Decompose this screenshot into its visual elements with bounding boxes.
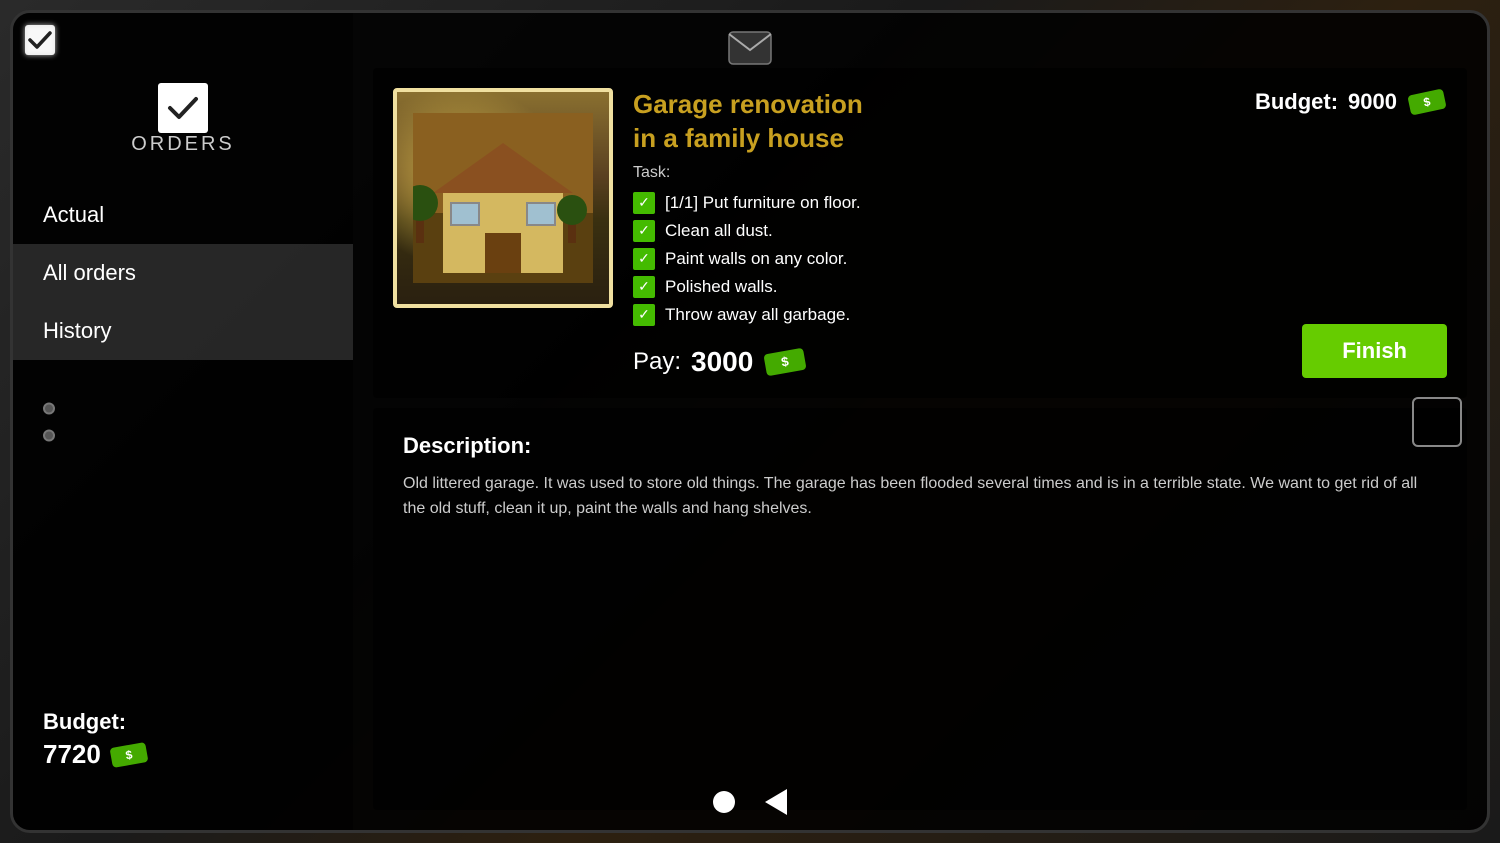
order-budget: Budget: 9000 $ — [1255, 88, 1447, 116]
sidebar-item-history[interactable]: History — [13, 302, 353, 360]
main-content: Budget: 9000 $ — [353, 13, 1487, 830]
sidebar-dots — [43, 402, 55, 441]
pay-label: Pay: — [633, 348, 681, 376]
sidebar-budget: Budget: 7720 $ — [43, 709, 149, 770]
order-image — [393, 88, 613, 308]
task-item-2: ✓ Clean all dust. — [633, 220, 1447, 242]
order-budget-amount: 9000 — [1348, 89, 1397, 115]
task-text-2: Clean all dust. — [665, 221, 773, 241]
description-text: Old littered garage. It was used to stor… — [403, 471, 1437, 522]
task-item-1: ✓ [1/1] Put furniture on floor. — [633, 192, 1447, 214]
sidebar-budget-amount: 7720 — [43, 739, 101, 770]
home-button[interactable] — [713, 791, 735, 813]
orders-label: ORDERS — [131, 133, 235, 156]
sidebar-item-all-orders[interactable]: All orders — [13, 244, 353, 302]
pay-amount: 3000 — [691, 346, 753, 378]
description-title: Description: — [403, 433, 1437, 459]
task-item-4: ✓ Polished walls. — [633, 276, 1447, 298]
description-panel: Description: Old littered garage. It was… — [373, 408, 1467, 810]
sidebar-budget-label: Budget: — [43, 709, 149, 735]
mail-icon[interactable] — [725, 28, 775, 68]
order-panel: Budget: 9000 $ — [373, 68, 1467, 398]
sidebar-dot-1 — [43, 402, 55, 414]
task-item-5: ✓ Throw away all garbage. — [633, 304, 1447, 326]
sidebar: ORDERS Actual All orders History Budget:… — [13, 13, 353, 830]
corner-check-badge — [21, 21, 59, 59]
task-check-4: ✓ — [633, 276, 655, 298]
order-task-label: Task: — [633, 164, 1447, 182]
order-budget-label: Budget: — [1255, 89, 1338, 115]
bottom-navigation — [713, 789, 787, 815]
sidebar-item-actual[interactable]: Actual — [13, 186, 353, 244]
right-action-button[interactable] — [1412, 397, 1462, 447]
orders-icon — [158, 83, 208, 133]
task-text-4: Polished walls. — [665, 277, 777, 297]
task-check-1: ✓ — [633, 192, 655, 214]
order-money-icon: $ — [1407, 88, 1447, 116]
house-illustration — [413, 113, 593, 283]
back-button[interactable] — [765, 789, 787, 815]
sidebar-money-icon: $ — [109, 741, 149, 769]
pay-money-icon: $ — [763, 347, 808, 377]
task-text-1: [1/1] Put furniture on floor. — [665, 193, 861, 213]
sidebar-dot-2 — [43, 429, 55, 441]
task-check-2: ✓ — [633, 220, 655, 242]
tablet-frame: ORDERS Actual All orders History Budget:… — [10, 10, 1490, 833]
task-check-5: ✓ — [633, 304, 655, 326]
sidebar-navigation: Actual All orders History — [13, 186, 353, 360]
finish-button[interactable]: Finish — [1302, 324, 1447, 378]
task-check-3: ✓ — [633, 248, 655, 270]
task-text-3: Paint walls on any color. — [665, 249, 847, 269]
task-text-5: Throw away all garbage. — [665, 305, 850, 325]
task-item-3: ✓ Paint walls on any color. — [633, 248, 1447, 270]
task-list: ✓ [1/1] Put furniture on floor. ✓ Clean … — [633, 192, 1447, 326]
